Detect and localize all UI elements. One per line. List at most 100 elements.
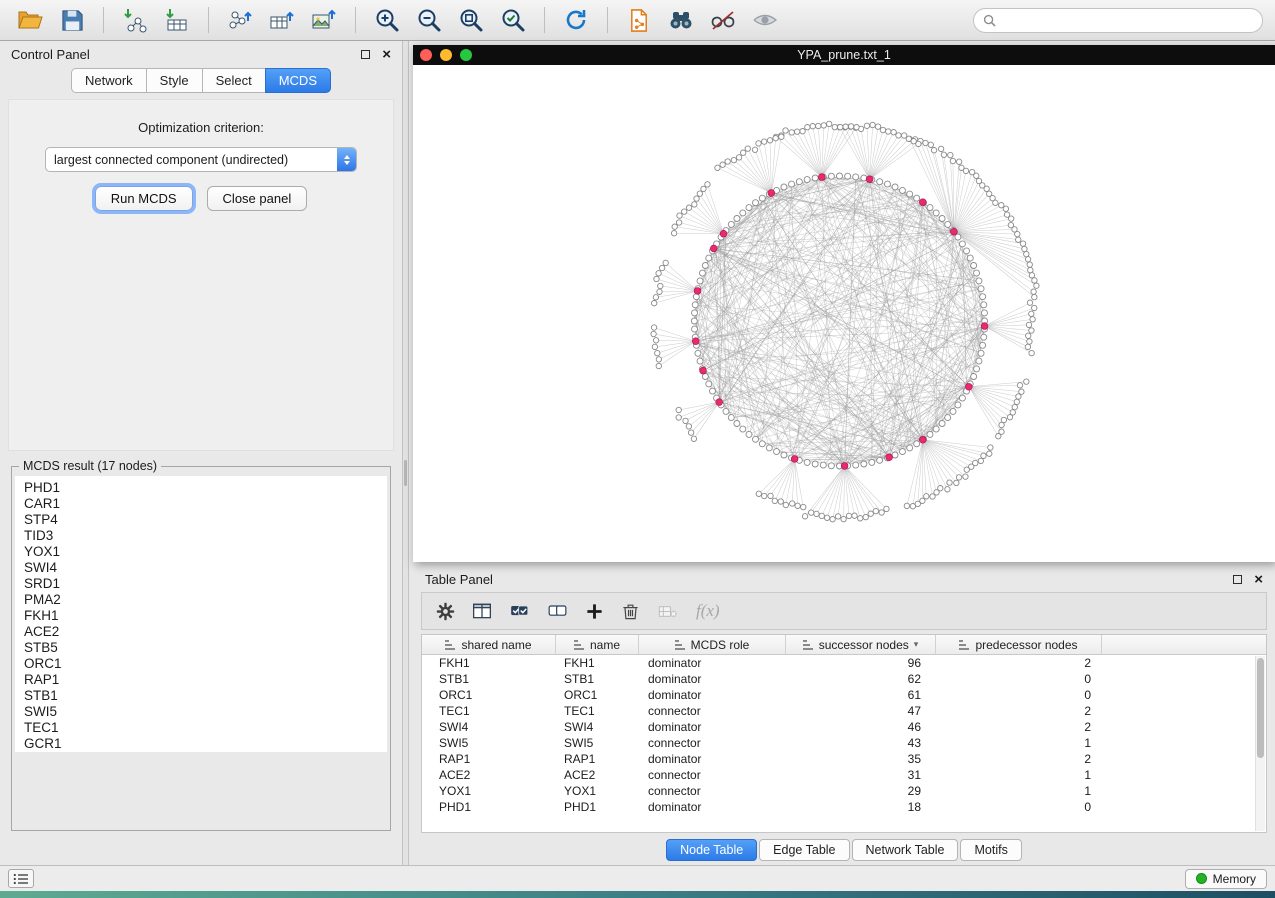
hide-elements-button[interactable] xyxy=(705,4,741,36)
import-table-button[interactable] xyxy=(159,4,195,36)
network-canvas[interactable] xyxy=(413,65,1275,562)
table-row[interactable]: ORC1ORC1dominator610 xyxy=(422,687,1266,703)
mcds-result-item[interactable]: FKH1 xyxy=(24,608,387,624)
mcds-result-item[interactable]: TID3 xyxy=(24,528,387,544)
table-row[interactable]: YOX1YOX1connector291 xyxy=(422,783,1266,799)
network-graph[interactable] xyxy=(413,65,1275,562)
mcds-result-item[interactable]: CAR1 xyxy=(24,496,387,512)
tab-network[interactable]: Network xyxy=(71,68,146,93)
zoom-in-button[interactable] xyxy=(369,4,405,36)
refresh-layout-button[interactable] xyxy=(558,4,594,36)
tab-network-table[interactable]: Network Table xyxy=(852,839,959,861)
mcds-result-item[interactable]: SWI4 xyxy=(24,560,387,576)
column-header-name[interactable]: name xyxy=(556,635,639,654)
column-header-predecessor-nodes[interactable]: predecessor nodes xyxy=(936,635,1102,654)
mcds-result-item[interactable]: STB1 xyxy=(24,688,387,704)
select-all-button[interactable] xyxy=(509,601,530,621)
table-cell: 1 xyxy=(936,768,1102,782)
float-panel-button[interactable] xyxy=(361,50,370,59)
find-button[interactable] xyxy=(663,4,699,36)
save-disk-icon xyxy=(60,8,85,33)
close-panel-button[interactable]: Close panel xyxy=(207,186,308,211)
close-table-panel-button[interactable]: × xyxy=(1254,572,1263,587)
table-row[interactable]: SWI5SWI5connector431 xyxy=(422,735,1266,751)
close-panel-icon-button[interactable]: × xyxy=(382,47,391,62)
mcds-result-item[interactable]: SWI5 xyxy=(24,704,387,720)
column-type-icon xyxy=(445,640,456,650)
criterion-select[interactable]: largest connected component (undirected) xyxy=(45,147,357,172)
run-mcds-button[interactable]: Run MCDS xyxy=(95,186,193,211)
table-cell: 96 xyxy=(786,656,936,670)
tab-style[interactable]: Style xyxy=(146,68,202,93)
show-columns-button[interactable] xyxy=(472,601,492,621)
mcds-result-item[interactable]: STB5 xyxy=(24,640,387,656)
export-table-button[interactable] xyxy=(264,4,300,36)
table-row[interactable]: FKH1FKH1dominator962 xyxy=(422,655,1266,671)
table-cell: dominator xyxy=(639,720,786,734)
network-window-titlebar[interactable]: YPA_prune.txt_1 xyxy=(413,45,1275,65)
tab-edge-table[interactable]: Edge Table xyxy=(759,839,849,861)
control-panel-title: Control Panel xyxy=(11,47,90,62)
mcds-result-item[interactable]: ORC1 xyxy=(24,656,387,672)
table-cell: 1 xyxy=(936,736,1102,750)
tab-select[interactable]: Select xyxy=(202,68,265,93)
tab-node-table[interactable]: Node Table xyxy=(666,839,757,861)
zoom-out-button[interactable] xyxy=(411,4,447,36)
mcds-result-item[interactable]: TEC1 xyxy=(24,720,387,736)
mcds-result-item[interactable]: STP4 xyxy=(24,512,387,528)
mcds-result-item[interactable]: ACE2 xyxy=(24,624,387,640)
table-cell: FKH1 xyxy=(556,656,639,670)
export-network-button[interactable] xyxy=(222,4,258,36)
float-table-panel-button[interactable] xyxy=(1233,575,1242,584)
column-header-successor-nodes[interactable]: successor nodes ▾ xyxy=(786,635,936,654)
add-column-button[interactable] xyxy=(585,602,604,621)
mcds-result-item[interactable]: GCR1 xyxy=(24,736,387,752)
refresh-icon xyxy=(563,7,589,33)
panel-splitter[interactable] xyxy=(402,41,409,865)
mcds-result-item[interactable]: YOX1 xyxy=(24,544,387,560)
share-document-button[interactable] xyxy=(621,4,657,36)
delete-row-button[interactable] xyxy=(621,602,640,621)
status-bar: Memory xyxy=(0,865,1275,891)
panel-menu-button[interactable] xyxy=(8,869,34,888)
export-network-icon xyxy=(227,7,253,33)
zoom-fit-button[interactable] xyxy=(453,4,489,36)
table-settings-button[interactable] xyxy=(436,602,455,621)
table-row[interactable]: PHD1PHD1dominator180 xyxy=(422,799,1266,815)
export-image-button[interactable] xyxy=(306,4,342,36)
global-search-field[interactable] xyxy=(973,8,1263,33)
column-label: name xyxy=(590,638,620,652)
close-window-icon[interactable] xyxy=(420,49,432,61)
mcds-result-item[interactable]: PHD1 xyxy=(24,480,387,496)
save-button[interactable] xyxy=(54,4,90,36)
import-network-button[interactable] xyxy=(117,4,153,36)
column-header-mcds-role[interactable]: MCDS role xyxy=(639,635,786,654)
mcds-result-item[interactable]: RAP1 xyxy=(24,672,387,688)
minimize-window-icon[interactable] xyxy=(440,49,452,61)
table-row[interactable]: ACE2ACE2connector311 xyxy=(422,767,1266,783)
memory-button[interactable]: Memory xyxy=(1185,869,1267,889)
column-label: successor nodes xyxy=(819,638,909,652)
deselect-all-button[interactable] xyxy=(547,601,568,621)
table-row[interactable]: TEC1TEC1connector472 xyxy=(422,703,1266,719)
mcds-result-list[interactable]: PHD1CAR1STP4TID3YOX1SWI4SRD1PMA2FKH1ACE2… xyxy=(15,476,387,752)
maximize-window-icon[interactable] xyxy=(460,49,472,61)
tab-motifs[interactable]: Motifs xyxy=(960,839,1021,861)
function-builder-button[interactable]: f(x) xyxy=(696,601,720,621)
zoom-selected-button[interactable] xyxy=(495,4,531,36)
tab-mcds[interactable]: MCDS xyxy=(265,68,331,93)
scrollbar-thumb[interactable] xyxy=(1257,658,1264,758)
table-scrollbar[interactable] xyxy=(1255,656,1265,831)
delete-column-button[interactable] xyxy=(657,602,679,621)
open-file-button[interactable] xyxy=(12,4,48,36)
search-input[interactable] xyxy=(1002,13,1253,27)
control-panel-header: Control Panel × xyxy=(0,41,402,68)
table-row[interactable]: STB1STB1dominator620 xyxy=(422,671,1266,687)
table-row[interactable]: SWI4SWI4dominator462 xyxy=(422,719,1266,735)
memory-status-icon xyxy=(1196,873,1207,884)
mcds-result-item[interactable]: PMA2 xyxy=(24,592,387,608)
column-header-shared-name[interactable]: shared name xyxy=(422,635,556,654)
table-row[interactable]: RAP1RAP1dominator352 xyxy=(422,751,1266,767)
show-elements-button[interactable] xyxy=(747,4,783,36)
mcds-result-item[interactable]: SRD1 xyxy=(24,576,387,592)
